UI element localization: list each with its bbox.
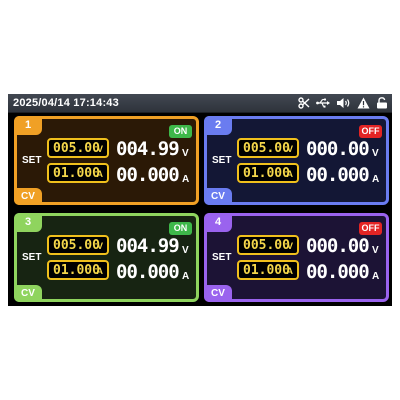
set-current-value: 01.000: [53, 263, 100, 278]
mode-badge: CV: [14, 188, 42, 205]
output-status-badge[interactable]: OFF: [359, 125, 382, 138]
output-status-badge[interactable]: OFF: [359, 222, 382, 235]
set-voltage-unit: V: [96, 241, 103, 251]
output-voltage-unit: V: [372, 245, 379, 256]
device-screen: 2025/04/14 17:14:43 1 ON SET 005.00 V 01…: [8, 94, 392, 306]
output-voltage-readout: 004.99: [116, 138, 180, 160]
status-icons: [298, 96, 388, 110]
speaker-icon[interactable]: [336, 97, 351, 109]
set-label: SET: [212, 252, 232, 263]
set-current-field[interactable]: 01.000 A: [237, 260, 299, 280]
set-voltage-value: 005.00: [53, 141, 100, 156]
output-status-badge[interactable]: ON: [169, 125, 192, 138]
mode-badge: CV: [204, 285, 232, 302]
set-voltage-unit: V: [96, 144, 103, 154]
output-current-readout: 00.000: [306, 261, 370, 283]
output-current-unit: A: [182, 174, 190, 185]
channel-2-panel[interactable]: 2 OFF SET 005.00 V 01.000 A 000.00 V 00.…: [204, 116, 389, 205]
set-current-unit: A: [96, 266, 104, 276]
output-current-readout: 00.000: [306, 164, 370, 186]
set-current-field[interactable]: 01.000 A: [47, 260, 109, 280]
set-voltage-value: 005.00: [243, 141, 290, 156]
mode-badge: CV: [14, 285, 42, 302]
output-voltage-readout: 000.00: [306, 138, 370, 160]
set-label: SET: [22, 155, 42, 166]
mode-badge: CV: [204, 188, 232, 205]
set-current-field[interactable]: 01.000 A: [237, 163, 299, 183]
warning-icon: [357, 97, 370, 109]
channel-number: 3: [14, 213, 42, 232]
set-current-unit: A: [96, 169, 104, 179]
output-status-badge[interactable]: ON: [169, 222, 192, 235]
channel-1-panel[interactable]: 1 ON SET 005.00 V 01.000 A 004.99 V 00.0…: [14, 116, 199, 205]
channel-4-panel[interactable]: 4 OFF SET 005.00 V 01.000 A 000.00 V 00.…: [204, 213, 389, 302]
set-voltage-unit: V: [286, 241, 293, 251]
channel-number: 2: [204, 116, 232, 135]
usb-icon: [316, 97, 330, 109]
channel-number: 4: [204, 213, 232, 232]
set-voltage-field[interactable]: 005.00 V: [47, 235, 109, 255]
output-current-readout: 00.000: [116, 261, 180, 283]
output-current-readout: 00.000: [116, 164, 180, 186]
output-current-unit: A: [372, 271, 380, 282]
set-label: SET: [212, 155, 232, 166]
output-voltage-unit: V: [182, 245, 189, 256]
set-voltage-value: 005.00: [243, 238, 290, 253]
set-current-unit: A: [286, 169, 294, 179]
channel-3-panel[interactable]: 3 ON SET 005.00 V 01.000 A 004.99 V 00.0…: [14, 213, 199, 302]
set-voltage-field[interactable]: 005.00 V: [47, 138, 109, 158]
output-current-unit: A: [182, 271, 190, 282]
channel-number: 1: [14, 116, 42, 135]
output-voltage-unit: V: [182, 148, 189, 159]
set-voltage-value: 005.00: [53, 238, 100, 253]
set-voltage-field[interactable]: 005.00 V: [237, 235, 299, 255]
output-current-unit: A: [372, 174, 380, 185]
datetime: 2025/04/14 17:14:43: [13, 97, 119, 109]
set-voltage-unit: V: [286, 144, 293, 154]
set-current-value: 01.000: [243, 263, 290, 278]
set-current-value: 01.000: [53, 166, 100, 181]
scissors-icon[interactable]: [298, 97, 310, 109]
unlock-icon[interactable]: [376, 97, 388, 109]
set-voltage-field[interactable]: 005.00 V: [237, 138, 299, 158]
set-label: SET: [22, 252, 42, 263]
set-current-unit: A: [286, 266, 294, 276]
output-voltage-unit: V: [372, 148, 379, 159]
output-voltage-readout: 000.00: [306, 235, 370, 257]
set-current-field[interactable]: 01.000 A: [47, 163, 109, 183]
set-current-value: 01.000: [243, 166, 290, 181]
output-voltage-readout: 004.99: [116, 235, 180, 257]
status-bar: 2025/04/14 17:14:43: [8, 94, 392, 113]
